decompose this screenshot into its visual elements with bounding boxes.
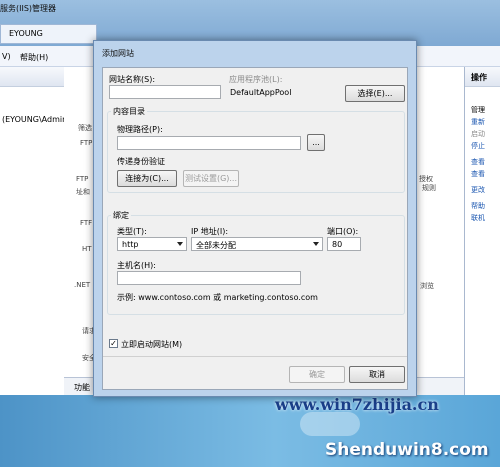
actions-title: 操作: [471, 73, 487, 82]
site-name-input[interactable]: [109, 85, 221, 99]
passthrough-auth-label: 传递身份验证: [117, 157, 165, 166]
hostname-input[interactable]: [117, 271, 301, 285]
tab-features[interactable]: 功能: [74, 382, 90, 393]
cancel-button[interactable]: 取消: [349, 366, 405, 383]
action-online[interactable]: 联机: [471, 213, 485, 223]
feature-http[interactable]: HT: [82, 245, 92, 253]
action-view-1[interactable]: 查看: [471, 157, 485, 167]
address-bar[interactable]: EYOUNG: [0, 24, 97, 44]
actions-pane: 操作 管理 重新 启动 停止 查看 查看 更改 帮助 联机: [464, 67, 500, 395]
type-select-value: http: [122, 240, 139, 249]
content-directory-title: 内容目录: [111, 106, 147, 117]
add-website-dialog: 添加网站 网站名称(S): 应用程序池(L): DefaultAppPool 选…: [93, 40, 417, 397]
feature-ftp-2[interactable]: FTP: [76, 175, 88, 183]
start-now-label: 立即启动网站(M): [121, 340, 183, 349]
site-name-label: 网站名称(S):: [109, 75, 156, 84]
feature-net[interactable]: .NET: [74, 281, 90, 289]
select-app-pool-button[interactable]: 选择(E)...: [345, 85, 405, 102]
app-pool-value: DefaultAppPool: [230, 88, 292, 97]
type-select[interactable]: http: [117, 237, 187, 251]
address-text: EYOUNG: [9, 29, 43, 38]
menu-help[interactable]: 帮助(H): [20, 52, 48, 63]
connections-pane: (EYOUNG\Admin: [0, 67, 67, 395]
start-now-checkbox[interactable]: ✓: [109, 339, 118, 348]
connect-as-button[interactable]: 连接为(C)...: [117, 170, 177, 187]
port-input[interactable]: 80: [327, 237, 361, 251]
feature-ftp-1[interactable]: FTP: [80, 139, 92, 147]
action-restart[interactable]: 重新: [471, 117, 485, 127]
hostname-example: 示例: www.contoso.com 或 marketing.contoso.…: [117, 293, 318, 302]
menu-view[interactable]: V): [2, 52, 11, 61]
ip-address-label: IP 地址(I):: [191, 227, 229, 236]
port-label: 端口(O):: [327, 227, 359, 236]
feature-rules[interactable]: 规则: [422, 183, 436, 193]
iis-window-title: 服务(IIS)管理器: [0, 4, 57, 13]
action-stop[interactable]: 停止: [471, 141, 485, 151]
chevron-down-icon: [177, 242, 183, 246]
type-label: 类型(T):: [117, 227, 147, 236]
chevron-down-icon: [313, 242, 319, 246]
dialog-body: 网站名称(S): 应用程序池(L): DefaultAppPool 选择(E).…: [102, 67, 408, 390]
connections-header: [0, 67, 64, 87]
feature-address[interactable]: 址和: [76, 187, 90, 197]
ip-address-value: 全部未分配: [196, 241, 236, 250]
app-pool-label: 应用程序池(L):: [229, 75, 283, 84]
action-manage: 管理: [471, 106, 485, 114]
action-change[interactable]: 更改: [471, 185, 485, 195]
ok-button[interactable]: 确定: [289, 366, 345, 383]
test-settings-button[interactable]: 测试设置(G)...: [183, 170, 239, 187]
physical-path-input[interactable]: [117, 136, 301, 150]
browse-path-button[interactable]: ...: [307, 134, 325, 151]
hostname-label: 主机名(H):: [117, 261, 156, 270]
binding-title: 绑定: [111, 210, 131, 221]
footer-separator: [103, 356, 407, 357]
physical-path-label: 物理路径(P):: [117, 125, 163, 134]
dialog-title: 添加网站: [102, 49, 134, 58]
actions-header: 操作: [465, 67, 500, 87]
tree-item-server[interactable]: (EYOUNG\Admin: [2, 115, 67, 124]
action-view-2[interactable]: 查看: [471, 169, 485, 179]
ip-address-select[interactable]: 全部未分配: [191, 237, 323, 251]
action-start[interactable]: 启动: [471, 129, 485, 139]
watermark-url-2: Shenduwin8.com: [325, 440, 489, 460]
watermark-logo: [300, 412, 360, 436]
action-help[interactable]: 帮助: [471, 201, 485, 211]
watermark-url-1: www.win7zhijia.cn: [275, 395, 439, 414]
filter-label: 筛选: [78, 124, 92, 132]
feature-ftf[interactable]: FTF: [80, 219, 92, 227]
feature-browse[interactable]: 浏览: [420, 281, 434, 291]
